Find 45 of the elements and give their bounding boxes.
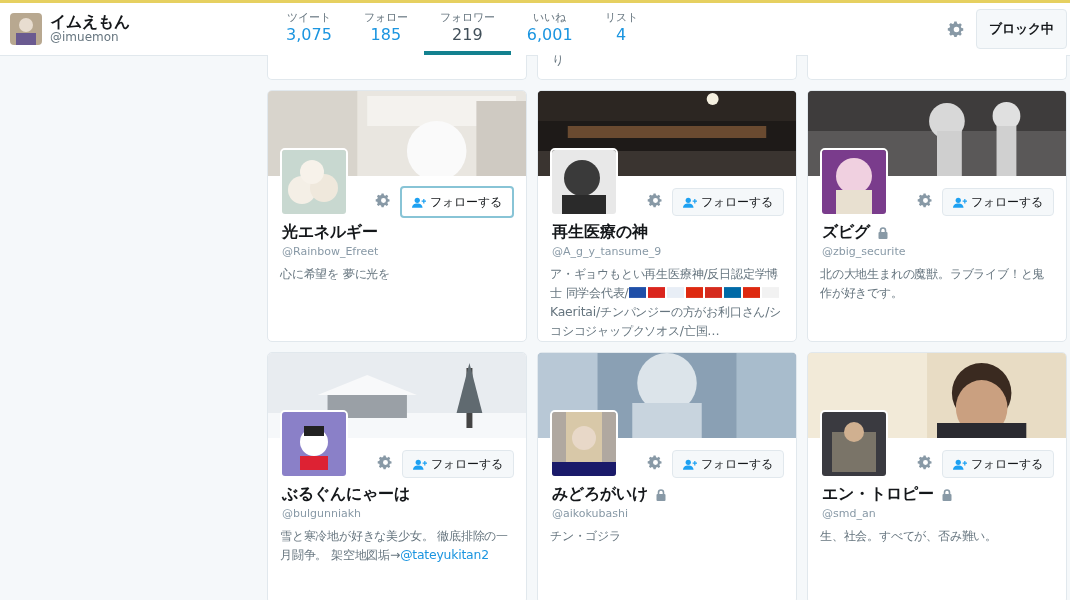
settings-icon[interactable] (917, 454, 934, 471)
bio-text: 雪と寒冷地が好きな美少女。 徹底排除の一月闘争。 架空地図垢→@tateyukitan2 (280, 527, 509, 564)
user-name[interactable]: 再生医療の神 (552, 222, 648, 243)
stat-tab[interactable]: いいね 6,001 (510, 3, 589, 55)
follow-button[interactable]: フォローする (672, 450, 784, 478)
user-name[interactable]: ズビグ (822, 222, 870, 243)
follow-button[interactable]: フォローする (672, 188, 784, 216)
user-handle: @aikokubashi (551, 506, 629, 520)
settings-icon[interactable] (377, 454, 394, 471)
follow-button[interactable]: フォローする (402, 450, 514, 478)
stat-tab[interactable]: リスト 4 (588, 3, 654, 55)
profile-handle: @imuemon (50, 31, 120, 46)
follow-button[interactable]: フォローする (400, 186, 514, 218)
user-handle: @bulgunniakh (281, 506, 363, 520)
user-handle: @smd_an (821, 506, 877, 520)
profile-name: イムえもん (50, 12, 130, 31)
bio-text: チン・ゴジラ (550, 527, 622, 545)
user-name[interactable]: みどろがいけ (552, 484, 648, 505)
settings-icon[interactable] (647, 192, 664, 209)
stat-tab[interactable]: ツイート 3,075 (270, 3, 348, 55)
user-handle: @A_g_y_tansume_9 (551, 244, 663, 258)
settings-icon[interactable] (647, 454, 664, 471)
add-user-icon (953, 458, 967, 470)
user-name[interactable]: エン・トロピー (822, 484, 934, 505)
user-handle: @Rainbow_Efreet (281, 244, 380, 258)
user-handle: @zbig_securite (821, 244, 907, 258)
add-user-icon (413, 458, 427, 470)
user-name[interactable]: ぶるぐんにゃーは (282, 484, 410, 505)
stat-tab[interactable]: フォロー 185 (347, 3, 424, 55)
add-user-icon (412, 196, 426, 208)
settings-icon[interactable] (947, 19, 966, 39)
bio-text: り (551, 55, 565, 65)
add-user-icon (683, 458, 697, 470)
bio-text: 北の大地生まれの魔獣。ラブライブ！と鬼作が好きです。 (820, 265, 1046, 302)
user-name[interactable]: 光エネルギー (282, 222, 378, 243)
follow-button[interactable]: フォローする (942, 450, 1054, 478)
settings-icon[interactable] (917, 192, 934, 209)
blocked-button[interactable]: ブロック中 (976, 9, 1067, 49)
bio-text: 心に希望を 夢に光を (280, 265, 391, 283)
follow-button[interactable]: フォローする (942, 188, 1054, 216)
add-user-icon (953, 196, 967, 208)
bio-text: 生、社会。すべてが、否み難い。 (820, 527, 998, 545)
bio-text: ア・ギョウもとい再生医療神/反日認定学博士 同学会代表/ Kaeritai/チンパンジーの方がお利口さん/シコシコジャップクソオス/亡国… (550, 265, 782, 340)
settings-icon[interactable] (375, 192, 392, 209)
add-user-icon (683, 196, 697, 208)
